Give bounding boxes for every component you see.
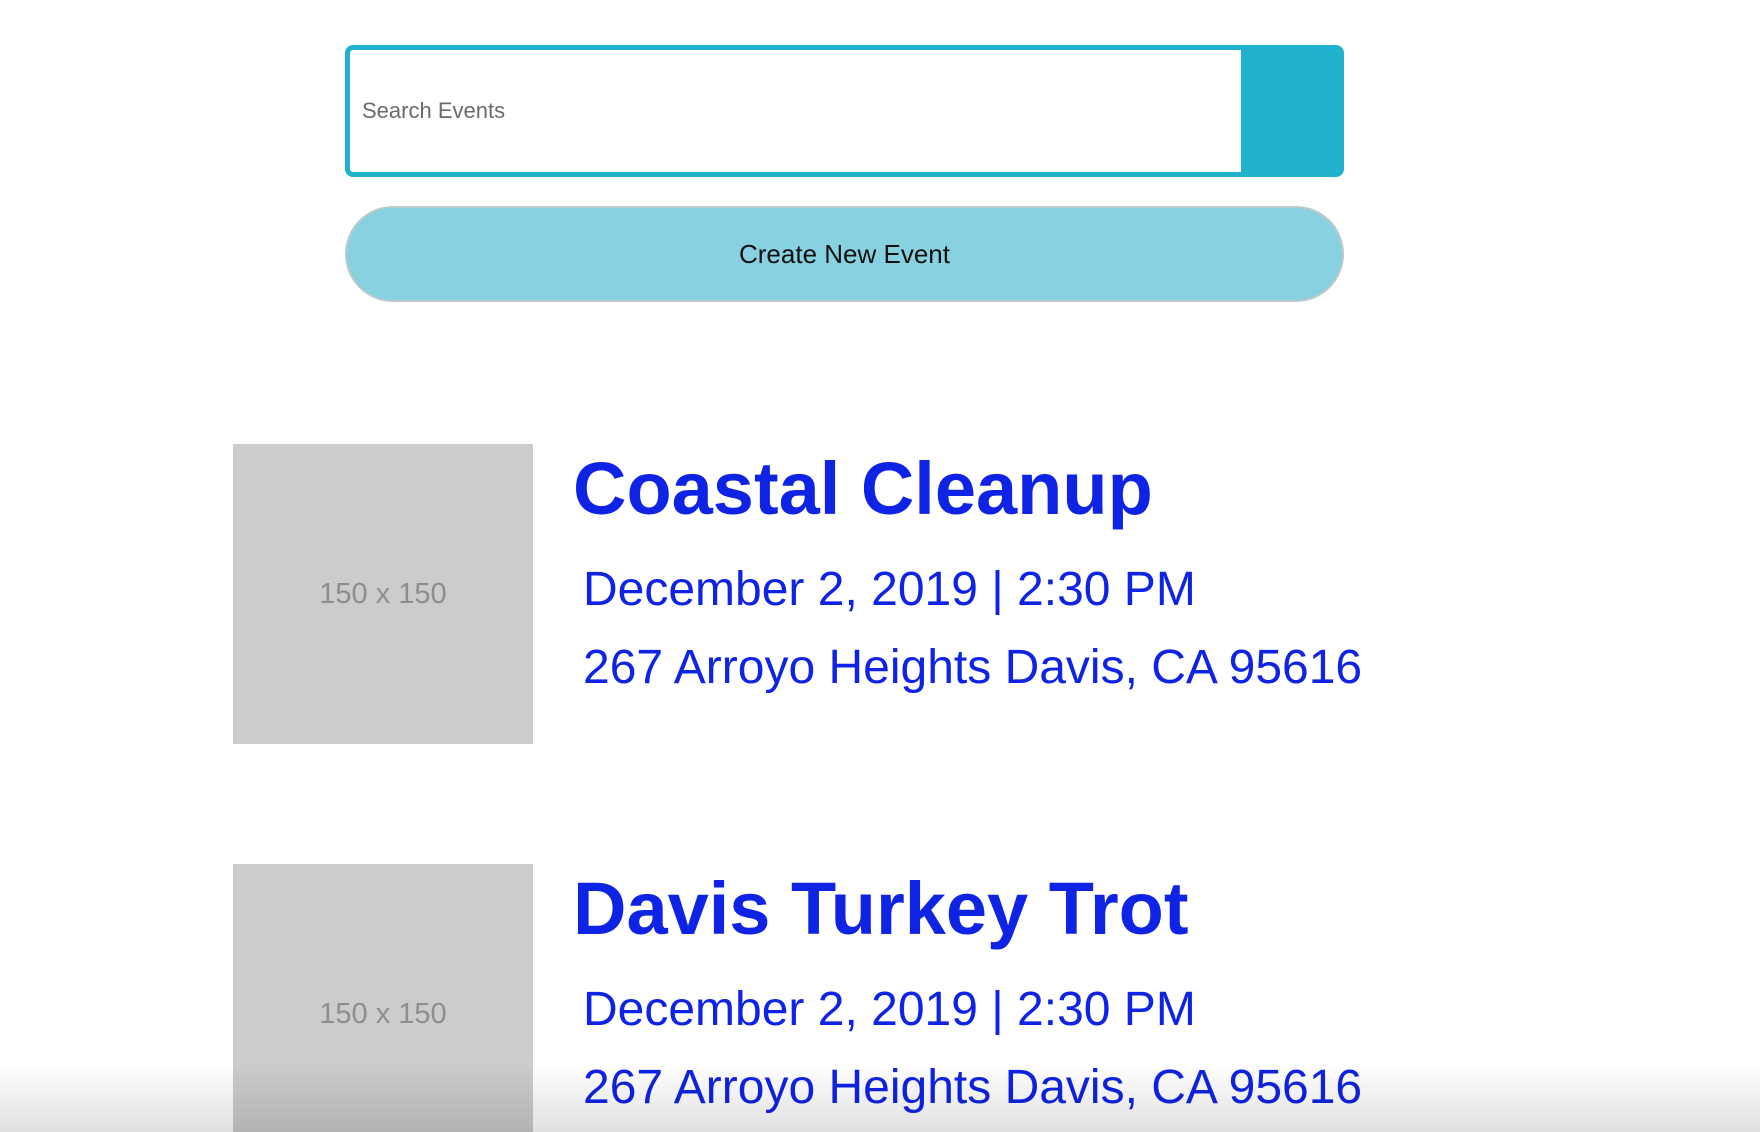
event-thumbnail: 150 x 150 bbox=[233, 864, 533, 1132]
search-input[interactable] bbox=[350, 50, 1241, 172]
create-new-event-button[interactable]: Create New Event bbox=[345, 206, 1344, 302]
search-button[interactable] bbox=[1241, 50, 1339, 172]
search-bar bbox=[345, 45, 1344, 177]
events-page: Create New Event 150 x 150 Coastal Clean… bbox=[0, 0, 1760, 1132]
event-thumbnail: 150 x 150 bbox=[233, 444, 533, 744]
event-title[interactable]: Davis Turkey Trot bbox=[573, 864, 1189, 954]
event-datetime: December 2, 2019 | 2:30 PM bbox=[583, 983, 1196, 1036]
event-title[interactable]: Coastal Cleanup bbox=[573, 444, 1153, 534]
event-datetime: December 2, 2019 | 2:30 PM bbox=[583, 563, 1196, 616]
event-address: 267 Arroyo Heights Davis, CA 95616 bbox=[583, 1061, 1363, 1114]
event-address: 267 Arroyo Heights Davis, CA 95616 bbox=[583, 641, 1363, 694]
